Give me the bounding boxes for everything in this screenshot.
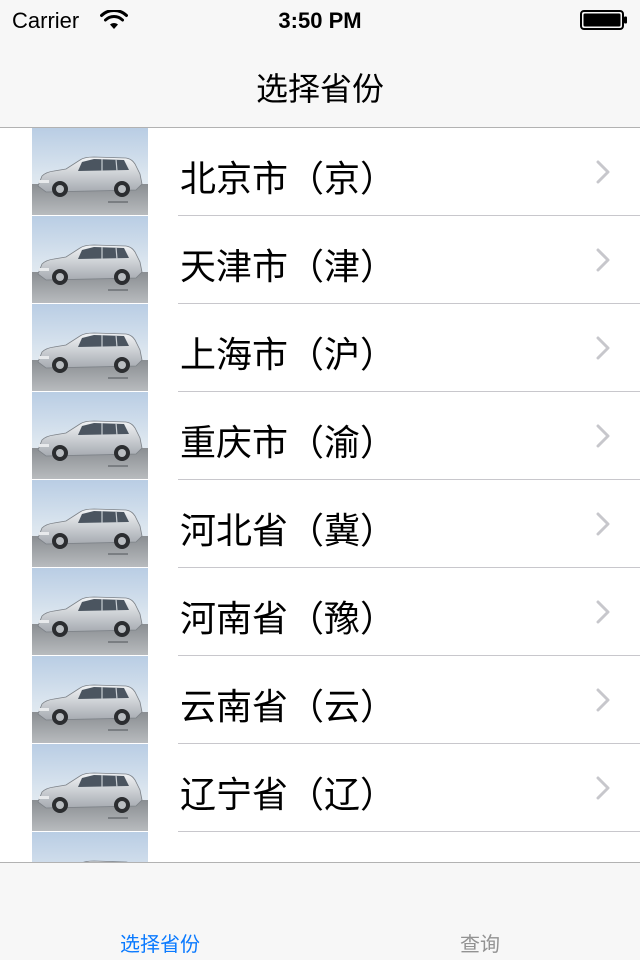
status-time: 3:50 PM: [278, 8, 362, 33]
province-row[interactable]: 重庆市（渝）: [0, 392, 640, 480]
chevron-right-icon: [596, 776, 610, 800]
province-label: 黑龙江省（黑）: [180, 854, 432, 862]
province-label: 云南省（云）: [180, 687, 397, 728]
province-row[interactable]: 河南省（豫）: [0, 568, 640, 656]
province-row[interactable]: 辽宁省（辽）: [0, 744, 640, 832]
province-label: 河北省（冀）: [180, 511, 397, 552]
province-row[interactable]: 上海市（沪）: [0, 304, 640, 392]
chevron-right-icon: [596, 600, 610, 624]
car-thumbnail: [32, 656, 148, 743]
tab-select-province[interactable]: 选择省份: [0, 863, 320, 961]
province-row[interactable]: 天津市（津）: [0, 216, 640, 304]
tab-label: 查询: [460, 932, 500, 956]
chevron-right-icon: [596, 160, 610, 184]
province-row[interactable]: 河北省（冀）: [0, 480, 640, 568]
car-thumbnail: [32, 744, 148, 831]
province-row[interactable]: 黑龙江省（黑）: [0, 832, 640, 862]
tab-bar: 选择省份 查询: [0, 862, 640, 960]
chevron-right-icon: [596, 688, 610, 712]
navigation-bar: 选择省份: [0, 40, 640, 128]
province-label: 辽宁省（辽）: [180, 775, 397, 816]
chevron-right-icon: [596, 336, 610, 360]
car-thumbnail: [32, 304, 148, 391]
tab-query[interactable]: 查询: [320, 863, 640, 961]
province-row[interactable]: 北京市（京）: [0, 128, 640, 216]
province-label: 上海市（沪）: [180, 335, 397, 376]
status-bar: Carrier 3:50 PM: [0, 0, 640, 40]
tab-label: 选择省份: [120, 932, 200, 956]
province-label: 重庆市（渝）: [180, 423, 397, 464]
province-label: 天津市（津）: [180, 247, 397, 288]
province-label: 北京市（京）: [180, 159, 397, 200]
car-thumbnail: [32, 392, 148, 479]
chevron-right-icon: [596, 248, 610, 272]
chevron-right-icon: [596, 424, 610, 448]
province-table[interactable]: 北京市（京） 天津市（津） 上海市（沪） 重庆市（渝） 河北省（冀） 河南省（豫…: [0, 128, 640, 862]
car-thumbnail: [32, 568, 148, 655]
chevron-right-icon: [596, 512, 610, 536]
province-row[interactable]: 云南省（云）: [0, 656, 640, 744]
battery-icon: [580, 10, 627, 30]
car-thumbnail: [32, 480, 148, 567]
car-thumbnail: [32, 832, 148, 862]
car-thumbnail: [32, 128, 148, 215]
car-thumbnail: [32, 216, 148, 303]
page-title: 选择省份: [255, 70, 384, 108]
province-label: 河南省（豫）: [180, 599, 397, 640]
